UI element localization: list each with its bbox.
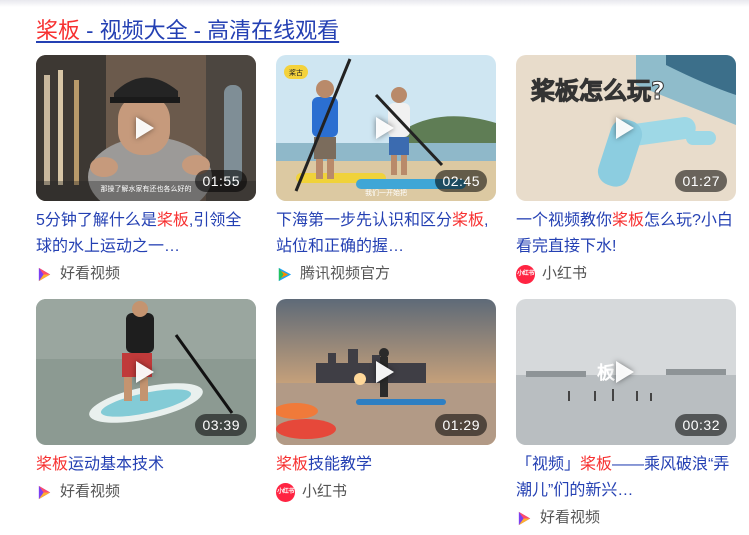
video-duration: 00:32 [675,414,727,436]
xiaohongshu-icon: 小红书 [516,264,535,284]
title-keyword: 桨板 [452,212,485,229]
title-keyword: 桨板 [612,212,645,229]
video-duration: 01:29 [435,414,487,436]
video-source[interactable]: 小红书 小红书 [516,263,736,285]
video-title-link[interactable]: 桨板运动基本技术 [36,452,256,478]
play-icon[interactable] [376,117,394,139]
video-duration: 02:45 [435,170,487,192]
video-source[interactable]: 腾讯视频官方 [276,263,496,285]
source-name: 好看视频 [60,265,121,282]
top-bar-shadow [0,0,749,7]
video-title-link[interactable]: 下海第一步先认识和区分桨板,站位和正确的握… [276,208,496,260]
play-icon[interactable] [616,117,634,139]
haokan-icon [38,485,51,499]
video-card[interactable]: 03:39 桨板运动基本技术 好看视频 [36,299,256,503]
video-title-link[interactable]: 桨板技能教学 [276,452,496,478]
video-thumbnail[interactable]: 板 00:32 [516,299,736,445]
source-name: 腾讯视频官方 [300,265,391,282]
video-source[interactable]: 好看视频 [36,481,256,503]
title-keyword: 桨板 [580,456,613,473]
video-thumbnail[interactable]: 那操了解水家有还也各么好的 01:55 [36,55,256,201]
xiaohongshu-icon: 小红书 [276,482,295,502]
thumbnail-caption: 桨板怎么玩? [531,77,665,105]
title-text: 运动基本技术 [68,456,165,473]
title-text: 技能教学 [308,456,373,473]
source-name: 好看视频 [540,509,601,526]
header-title: - 视频大全 - 高清在线观看 [80,18,340,43]
video-source[interactable]: 好看视频 [516,507,736,529]
video-duration: 01:27 [675,170,727,192]
video-source[interactable]: 小红书 小红书 [276,481,496,503]
video-card[interactable]: 桨板怎么玩? 01:27 一个视频教你桨板怎么玩?小白看完直接下水! 小红书 小… [516,55,736,285]
video-thumbnail[interactable]: 01:29 [276,299,496,445]
video-thumbnail[interactable]: 桨板怎么玩? 01:27 [516,55,736,201]
video-duration: 01:55 [195,170,247,192]
video-duration: 03:39 [195,414,247,436]
video-thumbnail[interactable]: 桨古 我们一开始把 02:45 [276,55,496,201]
video-card[interactable]: 01:29 桨板技能教学 小红书 小红书 [276,299,496,503]
play-icon[interactable] [616,361,634,383]
title-keyword: 桨板 [36,456,69,473]
thumbnail-caption: 我们一开始把 [365,188,407,197]
thumbnail-badge: 桨古 [289,68,303,77]
haokan-icon [38,267,51,281]
video-card[interactable]: 那操了解水家有还也各么好的 01:55 5分钟了解什么是桨板,引领全球的水上运动… [36,55,256,285]
source-name: 好看视频 [60,483,121,500]
video-card[interactable]: 板 00:32 「视频」桨板——乘风破浪“弄潮儿”们的新兴… 好看视频 [516,299,736,529]
video-title-link[interactable]: 5分钟了解什么是桨板,引领全球的水上运动之一… [36,208,256,260]
thumbnail-caption: 板 [597,362,616,384]
title-keyword: 桨板 [276,456,309,473]
result-header-link[interactable]: 桨板 - 视频大全 - 高清在线观看 [36,16,339,46]
title-keyword: 桨板 [156,212,189,229]
video-title-link[interactable]: 一个视频教你桨板怎么玩?小白看完直接下水! [516,208,736,260]
title-text: 5分钟了解什么是 [36,212,157,229]
play-icon[interactable] [136,361,154,383]
tencent-video-icon [278,267,292,281]
haokan-icon [518,511,531,525]
thumbnail-caption: 那操了解水家有还也各么好的 [101,184,192,193]
play-icon[interactable] [376,361,394,383]
source-name: 小红书 [302,483,348,500]
title-text: 一个视频教你 [516,212,613,229]
title-text: 「视频」 [516,456,581,473]
video-source[interactable]: 好看视频 [36,263,256,285]
video-card[interactable]: 桨古 我们一开始把 02:45 下海第一步先认识和区分桨板,站位和正确的握… 腾… [276,55,496,285]
source-name: 小红书 [542,265,588,282]
header-keyword: 桨板 [36,18,81,43]
play-icon[interactable] [136,117,154,139]
video-title-link[interactable]: 「视频」桨板——乘风破浪“弄潮儿”们的新兴… [516,452,736,504]
video-thumbnail[interactable]: 03:39 [36,299,256,445]
title-text: 下海第一步先认识和区分 [276,212,453,229]
